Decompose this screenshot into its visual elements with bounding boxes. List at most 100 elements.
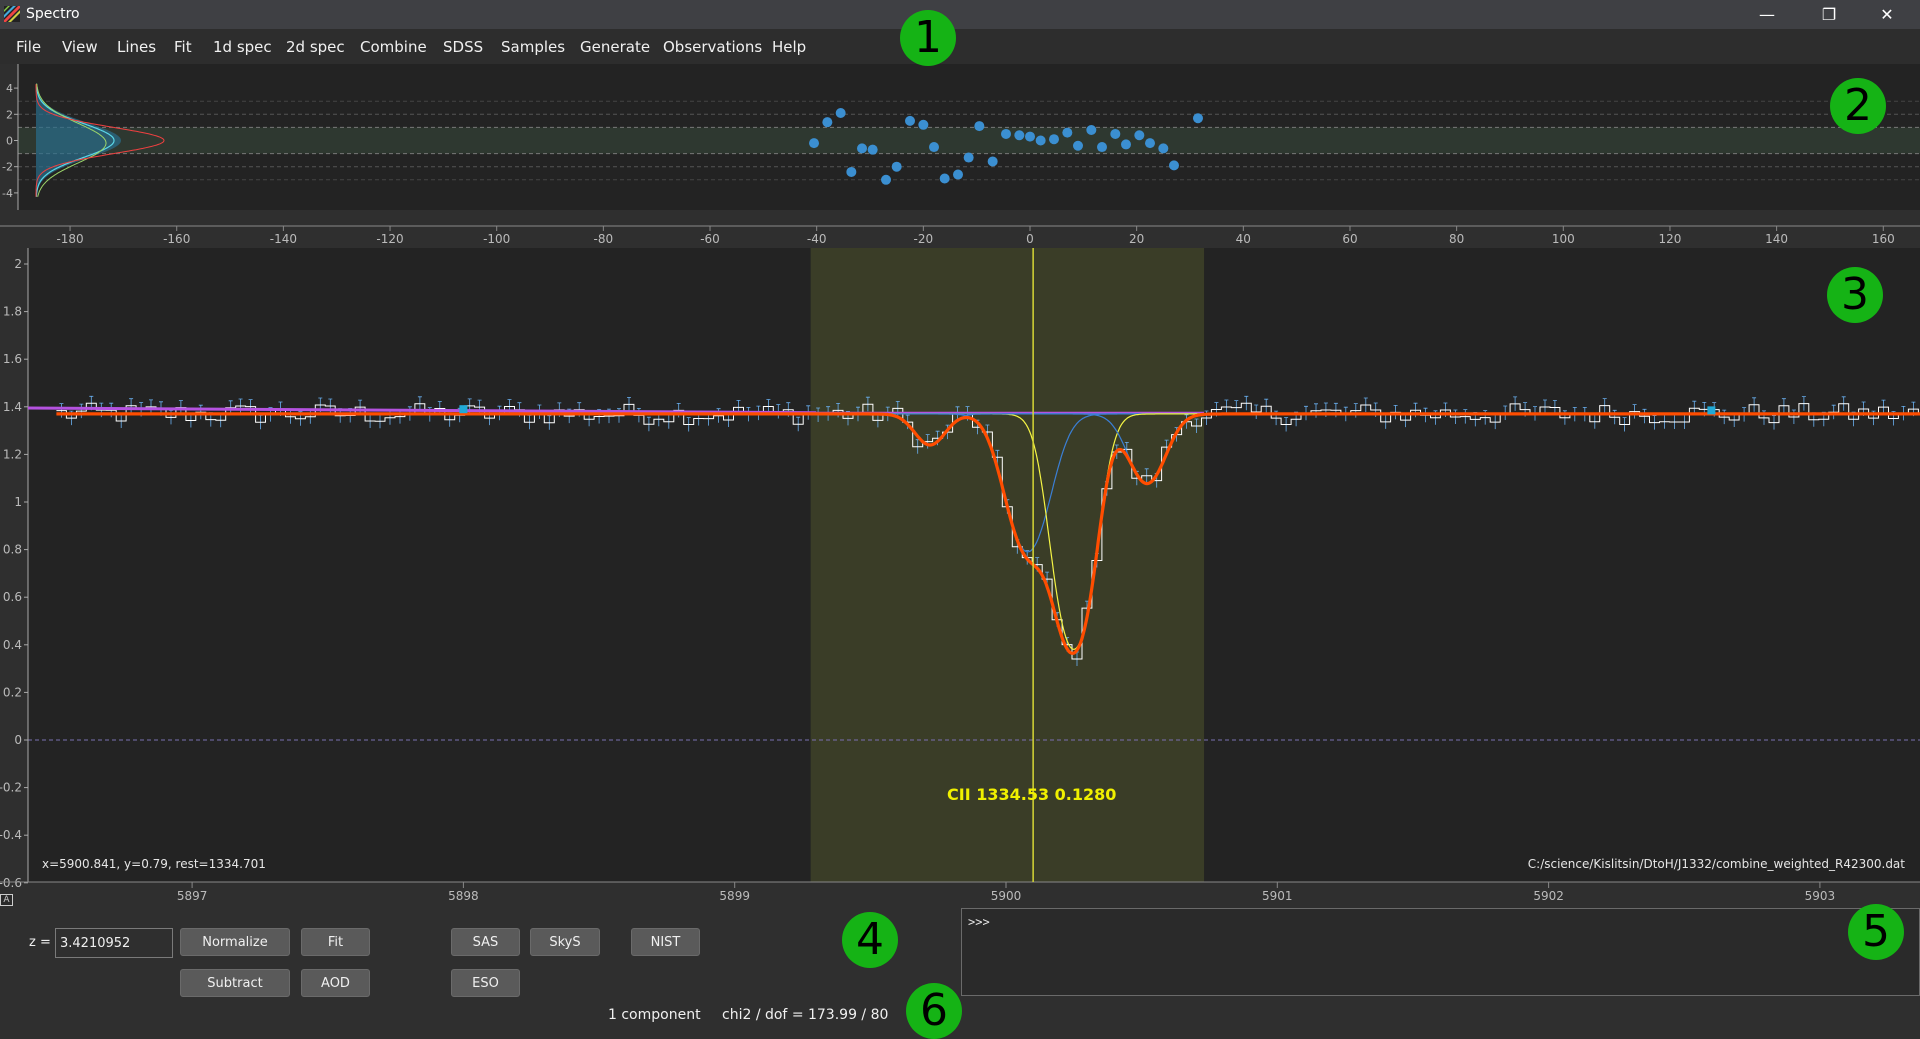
- skys-button[interactable]: SkyS: [530, 928, 600, 956]
- residual-point: [835, 107, 846, 118]
- residual-point: [963, 152, 974, 163]
- velocity-tick-label: 140: [1765, 232, 1788, 246]
- eso-button[interactable]: ESO: [451, 969, 520, 997]
- continuum-node-marker: [1707, 406, 1716, 415]
- auto-range-button[interactable]: A: [0, 894, 13, 906]
- spectrum-y-tick-label: 0.8: [3, 543, 22, 557]
- minimize-icon: —: [1759, 5, 1775, 24]
- velocity-tick-label: 160: [1872, 232, 1895, 246]
- velocity-tick-label: -100: [483, 232, 510, 246]
- wavelength-tick-label: 5898: [448, 889, 479, 903]
- console-prompt: >>>: [968, 915, 990, 929]
- residual-point: [953, 169, 964, 180]
- menu-view[interactable]: View: [62, 38, 98, 56]
- menu-fit[interactable]: Fit: [174, 38, 192, 56]
- residual-point: [881, 174, 892, 185]
- velocity-tick-label: -60: [700, 232, 720, 246]
- residual-point: [846, 166, 857, 177]
- residuals-y-tick-label: 2: [6, 108, 13, 121]
- subtract-button[interactable]: Subtract: [180, 969, 290, 997]
- spectrum-y-tick-label: 1: [14, 495, 22, 509]
- nist-button[interactable]: NIST: [631, 928, 700, 956]
- spectrum-y-tick-label: 0: [14, 733, 22, 747]
- residual-point: [974, 121, 985, 132]
- residual-point: [905, 115, 916, 126]
- residual-point: [1134, 130, 1145, 141]
- velocity-tick-label: -40: [807, 232, 827, 246]
- spectrum-y-tick-label: 0.4: [3, 638, 22, 652]
- residual-point: [1086, 125, 1097, 136]
- velocity-tick-label: -160: [163, 232, 190, 246]
- wavelength-tick-label: 5900: [991, 889, 1022, 903]
- residuals-1sigma-band: [18, 127, 1920, 154]
- residuals-y-tick-label: -2: [2, 161, 13, 174]
- spectrum-panel: 2 1.8 1.6 1.4 1.2 1 0.8 0.6 0.4 0.2 0 -0.2 -0.4 -0.6 5…: [0, 248, 1920, 903]
- annotation-badge-6: 6: [906, 983, 962, 1039]
- residual-point: [1048, 134, 1059, 145]
- redshift-input[interactable]: [55, 928, 173, 958]
- spectrum-y-tick-label: 1.8: [3, 305, 22, 319]
- component-count-status: 1 component: [608, 1007, 701, 1023]
- residual-point: [1072, 140, 1083, 151]
- residuals-panel: 420-2-4-180 -160 -140 -120 -100 -80 -60 -40 -20 0…: [0, 64, 1920, 246]
- menu-2d-spec[interactable]: 2d spec: [286, 38, 345, 56]
- python-console[interactable]: >>>: [961, 908, 1920, 996]
- spectrum-y-tick-label: 1.6: [3, 352, 22, 366]
- aod-button[interactable]: AOD: [301, 969, 370, 997]
- residual-point: [1062, 127, 1073, 138]
- chi2-status: chi2 / dof = 173.99 / 80: [722, 1007, 889, 1023]
- residuals-y-tick-label: 4: [6, 82, 13, 95]
- residual-point: [1168, 160, 1179, 171]
- sas-button[interactable]: SAS: [451, 928, 520, 956]
- spectrum-y-tick-label: -0.4: [0, 828, 22, 842]
- menu-lines[interactable]: Lines: [117, 38, 156, 56]
- wavelength-tick-label: 5903: [1805, 889, 1836, 903]
- residual-point: [918, 119, 929, 130]
- wavelength-tick-label: 5901: [1262, 889, 1293, 903]
- velocity-tick-label: 40: [1236, 232, 1251, 246]
- menu-generate[interactable]: Generate: [580, 38, 650, 56]
- menu-file[interactable]: File: [16, 38, 41, 56]
- residual-point: [1144, 138, 1155, 149]
- minimize-button[interactable]: —: [1744, 0, 1790, 29]
- residual-point: [1120, 139, 1131, 150]
- restore-button[interactable]: ❐: [1806, 0, 1852, 29]
- menu-bar: File View Lines Fit 1d spec 2d spec Comb…: [0, 29, 1920, 64]
- plot-area[interactable]: 420-2-4-180 -160 -140 -120 -100 -80 -60 -40 -20 0…: [0, 64, 1920, 907]
- normalize-button[interactable]: Normalize: [180, 928, 290, 956]
- annotation-badge-1: 1: [900, 10, 956, 66]
- menu-help[interactable]: Help: [772, 38, 806, 56]
- residual-point: [939, 173, 950, 184]
- menu-observations[interactable]: Observations: [663, 38, 762, 56]
- menu-samples[interactable]: Samples: [501, 38, 565, 56]
- residual-point: [1001, 128, 1012, 139]
- residual-point: [809, 138, 820, 149]
- app-logo-icon: [4, 6, 20, 22]
- spectrum-y-tick-label: 0.2: [3, 685, 22, 699]
- menu-combine[interactable]: Combine: [360, 38, 427, 56]
- annotation-badge-3: 3: [1827, 267, 1883, 323]
- velocity-tick-label: 80: [1449, 232, 1464, 246]
- residuals-y-tick-label: -4: [2, 187, 13, 200]
- velocity-tick-label: -80: [594, 232, 614, 246]
- close-button[interactable]: ✕: [1864, 0, 1910, 29]
- residual-point: [1014, 130, 1025, 141]
- residuals-y-tick-label: 0: [6, 135, 13, 148]
- fit-button[interactable]: Fit: [301, 928, 370, 956]
- wavelength-tick-label: 5897: [177, 889, 208, 903]
- menu-sdss[interactable]: SDSS: [443, 38, 483, 56]
- residual-point: [1025, 131, 1035, 142]
- residual-point: [1096, 142, 1107, 153]
- velocity-tick-label: 0: [1026, 232, 1034, 246]
- spectrum-y-tick-label: -0.2: [0, 781, 22, 795]
- residual-point: [867, 144, 878, 155]
- annotation-badge-4: 4: [842, 912, 898, 968]
- velocity-tick-label: 20: [1129, 232, 1144, 246]
- menu-1d-spec[interactable]: 1d spec: [213, 38, 272, 56]
- residual-point: [1158, 143, 1169, 154]
- residual-point: [1192, 113, 1203, 124]
- wavelength-tick-label: 5902: [1533, 889, 1564, 903]
- window-title: Spectro: [26, 6, 80, 22]
- velocity-tick-label: 120: [1659, 232, 1682, 246]
- residual-point: [929, 142, 940, 153]
